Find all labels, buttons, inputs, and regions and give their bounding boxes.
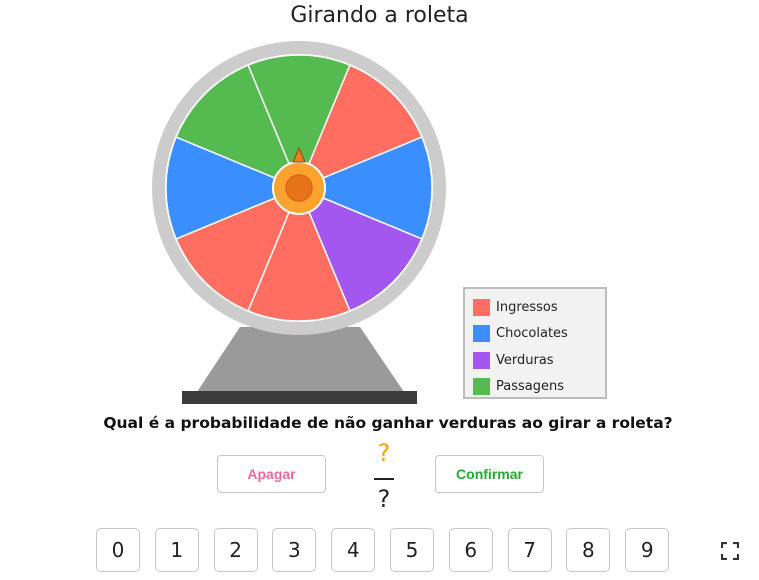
- wheel-stand: [197, 327, 404, 392]
- legend-item: Verduras: [473, 347, 605, 374]
- legend-swatch: [473, 325, 490, 343]
- legend-item: Ingressos: [473, 294, 605, 321]
- keypad-key-1[interactable]: 1: [154, 528, 199, 572]
- wheel-hub-center: [285, 174, 313, 202]
- legend-swatch: [473, 351, 490, 369]
- app-canvas: Girando a roleta Ingressos Chocolates Verd…: [0, 0, 759, 580]
- keypad-key-4[interactable]: 4: [331, 528, 376, 572]
- fraction-denominator-input[interactable]: ?: [372, 485, 396, 513]
- legend-swatch: [473, 378, 490, 396]
- keypad-key-0[interactable]: 0: [96, 528, 140, 572]
- keypad-key-5[interactable]: 5: [390, 528, 434, 572]
- keypad-key-6[interactable]: 6: [448, 528, 493, 572]
- legend-swatch: [473, 298, 490, 316]
- keypad-key-8[interactable]: 8: [566, 528, 611, 572]
- keypad-key-2[interactable]: 2: [213, 528, 258, 572]
- wheel-base: [182, 391, 417, 404]
- legend-label: Chocolates: [496, 326, 568, 342]
- fraction-bar: [374, 478, 394, 480]
- keypad-key-3[interactable]: 3: [272, 528, 317, 572]
- legend-label: Ingressos: [496, 299, 558, 315]
- apagar-button[interactable]: Apagar: [217, 455, 326, 493]
- legend: Ingressos Chocolates Verduras Passagens: [463, 287, 607, 399]
- legend-label: Verduras: [496, 352, 554, 368]
- keypad-key-9[interactable]: 9: [625, 528, 670, 572]
- confirmar-button[interactable]: Confirmar: [435, 455, 544, 493]
- legend-item: Passagens: [473, 374, 605, 401]
- fullscreen-icon[interactable]: [721, 542, 739, 560]
- question-text: Qual é a probabilidade de não ganhar ver…: [103, 414, 673, 432]
- fraction-numerator-input[interactable]: ?: [372, 439, 396, 467]
- legend-label: Passagens: [496, 379, 564, 395]
- legend-item: Chocolates: [473, 321, 605, 348]
- roulette-wheel[interactable]: [0, 0, 759, 420]
- keypad-key-7[interactable]: 7: [507, 528, 552, 572]
